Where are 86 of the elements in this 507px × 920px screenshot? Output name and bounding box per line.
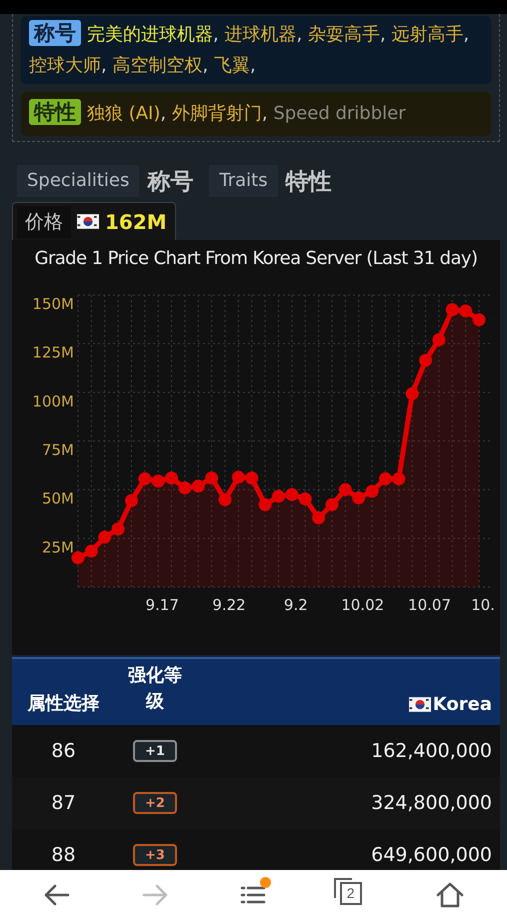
data-point [192,480,205,493]
x-tick-label: 9.2 [284,596,308,614]
tag-text: 控球大师 [29,55,101,76]
data-point [325,498,338,512]
data-point [98,530,112,544]
data-point [432,333,446,346]
chart-title: Grade 1 Price Chart From Korea Server (Last 31 day) [34,247,478,271]
tag-text: 远射高手 [391,24,464,45]
y-tick-label: 25M [42,538,74,556]
table-cell-text: 324,800,000 [370,792,493,814]
data-point [298,492,312,506]
tag-text: Speed dribbler [273,103,406,124]
data-point [84,544,98,558]
data-point [272,490,285,503]
data-point [419,354,432,367]
data-point [205,471,218,484]
tag-text: 独狼 (AI) [87,103,160,124]
tabs-button[interactable]: 2 [330,875,374,915]
data-point [392,472,406,486]
y-tick-label: 100M [32,392,74,410]
grade-badge: +2 [133,792,177,814]
tag-text: 杂耍高手 [308,24,380,45]
badge: 特性 [29,99,81,125]
legend-caption: 特性 [286,168,332,196]
data-point [178,481,192,494]
price-tab[interactable]: 价格 162M [12,202,176,240]
x-tick-label: 10. [471,596,495,614]
separator-text: , [202,55,208,76]
data-point [138,472,152,486]
column-header: 属性选择 [26,692,100,715]
separator-text: , [101,55,107,76]
data-point [366,484,379,498]
tag-text: 飞翼 [214,55,250,76]
flag-icon [408,697,431,712]
data-point [472,313,486,326]
separator-text: , [380,24,386,45]
y-tick-label: 150M [32,295,74,313]
data-point [165,471,178,484]
y-tick-label: 50M [42,490,74,508]
grade-badge: +1 [133,740,177,762]
data-point [446,303,459,316]
separator-text: , [250,55,256,76]
legend-label: Specialities [17,165,140,197]
home-icon [434,880,465,910]
data-point [245,471,258,484]
grade-badge: +3 [133,844,177,866]
table-cell-text: 162,400,000 [370,740,493,762]
legend-caption: 称号 [147,168,194,196]
separator-text: , [262,103,268,124]
tag-text: 完美的进球机器 [87,24,213,45]
data-point [72,551,84,564]
table-cell-text: 87 [50,792,77,814]
data-point [312,511,326,524]
data-point [459,304,472,318]
x-tick-label: 10.07 [408,596,451,614]
y-tick-label: 75M [42,441,74,459]
data-point [232,470,245,484]
x-tick-label: 9.17 [146,596,179,614]
data-point [406,387,419,400]
data-point [378,472,392,486]
tag-text: 外脚背射门 [172,103,262,124]
separator-text: , [463,24,470,45]
y-tick-label: 125M [32,344,74,362]
table-cell-text: 649,600,000 [370,844,493,866]
table-cell-text: 88 [50,844,77,866]
legend-label: Traits [209,165,278,197]
separator-text: , [213,24,219,45]
data-point [352,491,366,504]
data-point [152,474,165,488]
data-point [338,483,352,496]
badge: 称号 [29,20,81,46]
x-tick-label: 9.22 [212,596,246,614]
tag-text: 高空制空权 [112,55,202,76]
data-point [285,488,298,502]
column-header: Korea [432,694,492,715]
flag-icon [77,214,99,229]
separator-text: , [296,24,302,45]
tag-text: 进球机器 [224,24,296,45]
data-point [124,494,138,508]
data-point [258,498,272,512]
column-header: 强化等级 [127,664,183,714]
table-cell-text: 86 [50,740,77,762]
separator-text: , [160,103,166,124]
data-point [218,493,232,506]
data-point [112,522,125,536]
x-tick-label: 10.02 [341,596,384,614]
